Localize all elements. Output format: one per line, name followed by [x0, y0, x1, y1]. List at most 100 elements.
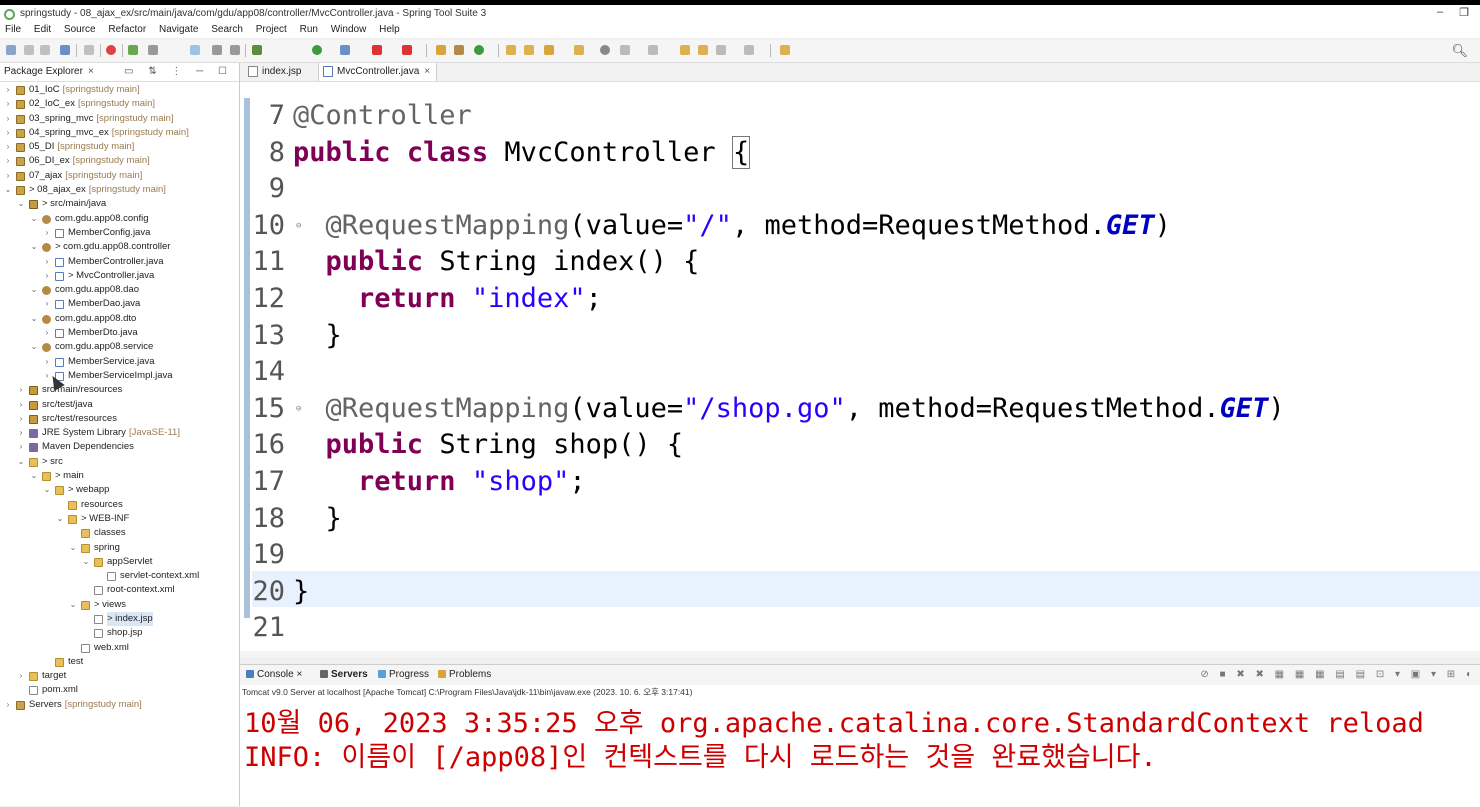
annotation-icon[interactable] [600, 45, 610, 55]
coverage-icon[interactable] [340, 45, 350, 55]
chevron-down-icon[interactable]: ⌄ [69, 598, 77, 612]
mark-occurrences-icon[interactable] [84, 45, 94, 55]
open-resource-icon[interactable] [574, 45, 584, 55]
chevron-right-icon[interactable]: › [43, 297, 51, 311]
code-line[interactable]: 11 public String index() { [252, 244, 699, 280]
menu-help[interactable]: Help [374, 22, 405, 37]
chevron-right-icon[interactable]: › [4, 698, 12, 712]
new-package-icon[interactable] [454, 45, 464, 55]
tree-item[interactable]: ⌄ > 08_ajax_ex [springstudy main] [0, 183, 239, 197]
tree-item[interactable]: › > MvcController.java [0, 269, 239, 283]
horizontal-scrollbar[interactable] [240, 651, 1480, 657]
chevron-right-icon[interactable]: › [17, 440, 25, 454]
tree-item[interactable]: pom.xml [0, 683, 239, 697]
chevron-right-icon[interactable]: › [4, 112, 12, 126]
menu-run[interactable]: Run [295, 22, 323, 37]
forward-history-icon[interactable] [744, 45, 754, 55]
menu-refactor[interactable]: Refactor [103, 22, 151, 37]
tree-item[interactable]: › MemberService.java [0, 355, 239, 369]
tree-item[interactable]: ⌄ > views [0, 598, 239, 612]
tree-item[interactable]: › 06_DI_ex [springstudy main] [0, 154, 239, 168]
show-whitespace-icon[interactable] [230, 45, 240, 55]
stop-icon[interactable] [372, 45, 382, 55]
code-line[interactable]: 16 public String shop() { [252, 427, 683, 463]
tree-item[interactable]: › Maven Dependencies [0, 440, 239, 454]
tree-item[interactable]: › Servers [springstudy main] [0, 698, 239, 712]
pin-editor-icon[interactable] [780, 45, 790, 55]
chevron-right-icon[interactable]: › [4, 126, 12, 140]
console-toolbar-icons[interactable]: ⊘ ■ ✖ ✖ ▦ ▦ ▦ ▤ ▤ ⊡ ▾ ▣ ▾ ⊞ ◐ [1200, 669, 1476, 680]
code-line[interactable]: 17 return "shop"; [252, 464, 585, 500]
run-icon[interactable] [312, 45, 322, 55]
tree-item[interactable]: › MemberServiceImpl.java [0, 369, 239, 383]
tree-item[interactable]: › 05_DI [springstudy main] [0, 140, 239, 154]
chevron-down-icon[interactable]: ⌄ [30, 312, 38, 326]
search-tool-icon[interactable] [544, 45, 554, 55]
tree-item[interactable]: › 01_IoC [springstudy main] [0, 83, 239, 97]
chevron-right-icon[interactable]: › [17, 398, 25, 412]
chevron-down-icon[interactable]: ⌄ [17, 197, 25, 211]
new-java-project-icon[interactable] [436, 45, 446, 55]
close-icon[interactable]: × [88, 66, 94, 77]
tree-item[interactable]: ⌄ > webapp [0, 483, 239, 497]
menu-window[interactable]: Window [326, 22, 372, 37]
tree-item[interactable]: ⌄ com.gdu.app08.dto [0, 312, 239, 326]
chevron-right-icon[interactable]: › [4, 154, 12, 168]
chevron-right-icon[interactable]: › [4, 169, 12, 183]
close-icon[interactable]: × [424, 66, 430, 77]
tree-item[interactable]: ⌄ com.gdu.app08.service [0, 340, 239, 354]
code-line[interactable]: 14 [252, 354, 293, 390]
tree-item[interactable]: › MemberController.java [0, 255, 239, 269]
chevron-down-icon[interactable]: ⌄ [30, 469, 38, 483]
chevron-right-icon[interactable]: › [4, 140, 12, 154]
menu-project[interactable]: Project [251, 22, 292, 37]
tree-item[interactable]: ⌄ com.gdu.app08.config [0, 212, 239, 226]
code-line[interactable]: 7 @Controller [252, 98, 472, 134]
chevron-down-icon[interactable]: ⌄ [30, 212, 38, 226]
tab-problems[interactable]: Problems [438, 669, 491, 680]
tab-servers[interactable]: Servers [320, 669, 368, 680]
tree-item[interactable]: › MemberDao.java [0, 297, 239, 311]
tool-icon[interactable] [148, 45, 158, 55]
tree-item[interactable]: › MemberConfig.java [0, 226, 239, 240]
tree-item[interactable]: › src/test/java [0, 398, 239, 412]
tree-item[interactable]: › src/test/resources [0, 412, 239, 426]
code-line[interactable]: 9 [252, 171, 293, 207]
tree-item[interactable]: › 04_spring_mvc_ex [springstudy main] [0, 126, 239, 140]
chevron-right-icon[interactable]: › [17, 383, 25, 397]
chevron-right-icon[interactable]: › [43, 326, 51, 340]
chevron-down-icon[interactable]: ⌄ [82, 555, 90, 569]
tree-item[interactable]: › 02_IoC_ex [springstudy main] [0, 97, 239, 111]
next-annotation-icon[interactable] [620, 45, 630, 55]
new-class-icon[interactable] [474, 45, 484, 55]
menu-search[interactable]: Search [206, 22, 248, 37]
open-type-icon[interactable] [506, 45, 516, 55]
chevron-down-icon[interactable]: ⌄ [56, 512, 64, 526]
menu-navigate[interactable]: Navigate [154, 22, 203, 37]
chevron-right-icon[interactable]: › [4, 97, 12, 111]
tree-item[interactable]: web.xml [0, 641, 239, 655]
server-icon[interactable] [190, 45, 200, 55]
tree-item[interactable]: ⌄ > src [0, 455, 239, 469]
tree-item[interactable]: ⌄ appServlet [0, 555, 239, 569]
open-task-icon[interactable] [524, 45, 534, 55]
tree-item[interactable]: › 07_ajax [springstudy main] [0, 169, 239, 183]
text-icon[interactable] [212, 45, 222, 55]
chevron-right-icon[interactable]: › [43, 226, 51, 240]
chevron-right-icon[interactable]: › [43, 355, 51, 369]
chevron-down-icon[interactable]: ⌄ [30, 283, 38, 297]
chevron-down-icon[interactable]: ⌄ [17, 455, 25, 469]
menu-edit[interactable]: Edit [29, 22, 56, 37]
back-icon[interactable] [698, 45, 708, 55]
code-line[interactable]: 18 } [252, 501, 341, 537]
minimize-button[interactable]: – [1430, 6, 1450, 18]
tab-index-jsp[interactable]: index.jsp [244, 63, 307, 81]
new-icon[interactable] [6, 45, 16, 55]
previous-annotation-icon[interactable] [648, 45, 658, 55]
chevron-right-icon[interactable]: › [4, 83, 12, 97]
tree-item[interactable]: root-context.xml [0, 583, 239, 597]
tree-item[interactable]: > index.jsp [0, 611, 239, 627]
chevron-down-icon[interactable]: ⌄ [69, 541, 77, 555]
search-icon[interactable]: 🔍︎ [1451, 43, 1468, 59]
tab-mvccontroller-java[interactable]: MvcController.java × [318, 63, 438, 81]
